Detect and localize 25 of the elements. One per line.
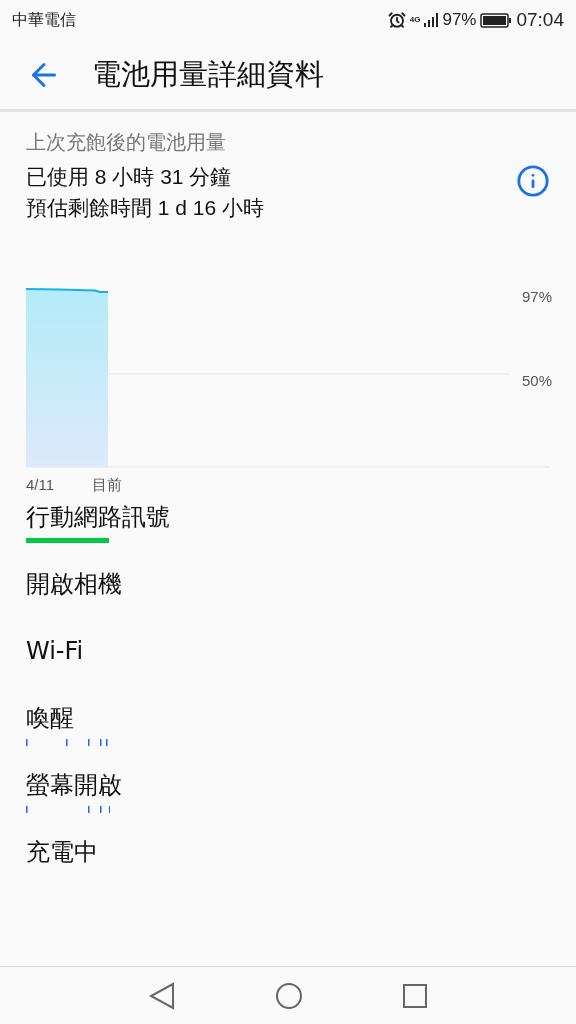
- y-axis-label: 50%: [520, 373, 552, 389]
- usage-item-label: 螢幕開啟: [26, 770, 123, 800]
- usage-item-label: 行動網路訊號: [26, 502, 171, 532]
- info-button[interactable]: [516, 164, 550, 198]
- carrier-name: 中華電信: [12, 9, 76, 31]
- home-nav-icon[interactable]: [275, 981, 303, 1010]
- usage-item-label: 開啟相機: [26, 569, 123, 599]
- back-nav-icon[interactable]: [149, 981, 175, 1010]
- signal-icon: [424, 13, 439, 27]
- battery-percent: 97%: [442, 9, 477, 32]
- y-axis-label: 97%: [520, 289, 552, 305]
- x-axis-label: 目前: [92, 477, 122, 493]
- page-title: 電池用量詳細資料: [92, 55, 324, 93]
- usage-item-label: 喚醒: [26, 703, 75, 733]
- remaining-time: 預估剩餘時間 1 d 16 小時: [26, 197, 266, 218]
- network-type: 4G: [409, 15, 421, 24]
- usage-item-label: Wi-Fi: [26, 636, 85, 666]
- alarm-icon: [387, 11, 406, 29]
- usage-time: 已使用 8 小時 31 分鐘: [26, 166, 232, 187]
- battery-icon: [480, 12, 513, 28]
- clock: 07:04: [516, 7, 564, 32]
- recents-nav-icon[interactable]: [403, 983, 427, 1008]
- usage-item-label: 充電中: [26, 837, 99, 867]
- x-axis-label: 4/11: [26, 477, 55, 493]
- summary-caption: 上次充飽後的電池用量: [26, 132, 227, 152]
